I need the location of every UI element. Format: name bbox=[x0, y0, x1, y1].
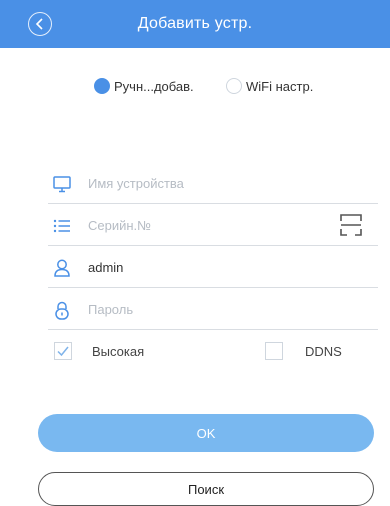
user-icon bbox=[54, 259, 70, 277]
list-icon bbox=[53, 219, 70, 233]
ddns-label: DDNS bbox=[305, 344, 342, 359]
radio-unselected-icon bbox=[226, 78, 242, 94]
page-title: Добавить устр. bbox=[137, 15, 253, 32]
password-field[interactable]: Пароль bbox=[48, 290, 378, 330]
wifi-setup-radio[interactable]: WiFi настр. bbox=[226, 78, 313, 94]
wifi-setup-label: WiFi настр. bbox=[246, 78, 314, 94]
password-input[interactable]: Пароль bbox=[88, 302, 133, 317]
manual-add-radio[interactable]: Ручн...добав. bbox=[94, 78, 194, 94]
device-name-field[interactable]: Имя устройства bbox=[48, 164, 378, 204]
monitor-icon bbox=[53, 176, 71, 193]
ok-button[interactable]: OK bbox=[38, 414, 374, 452]
manual-add-label: Ручн...добав. bbox=[114, 78, 194, 94]
scan-qr-icon[interactable] bbox=[340, 214, 362, 236]
options-row: Высокая DDNS bbox=[48, 338, 378, 366]
high-quality-checkbox[interactable] bbox=[54, 342, 72, 360]
serial-number-input[interactable]: Серийн.№ bbox=[88, 218, 151, 233]
serial-number-field[interactable]: Серийн.№ bbox=[48, 206, 378, 246]
lock-icon bbox=[55, 301, 69, 320]
device-name-input[interactable]: Имя устройства bbox=[88, 176, 184, 191]
high-quality-label: Высокая bbox=[92, 344, 145, 359]
username-field[interactable]: admin bbox=[48, 248, 378, 288]
radio-selected-icon bbox=[94, 78, 110, 94]
title-bar: Добавить устр. bbox=[0, 0, 390, 48]
username-input[interactable]: admin bbox=[88, 260, 123, 275]
checkmark-icon bbox=[57, 346, 69, 357]
ddns-checkbox[interactable] bbox=[265, 342, 283, 360]
search-button[interactable]: Поиск bbox=[38, 472, 374, 506]
